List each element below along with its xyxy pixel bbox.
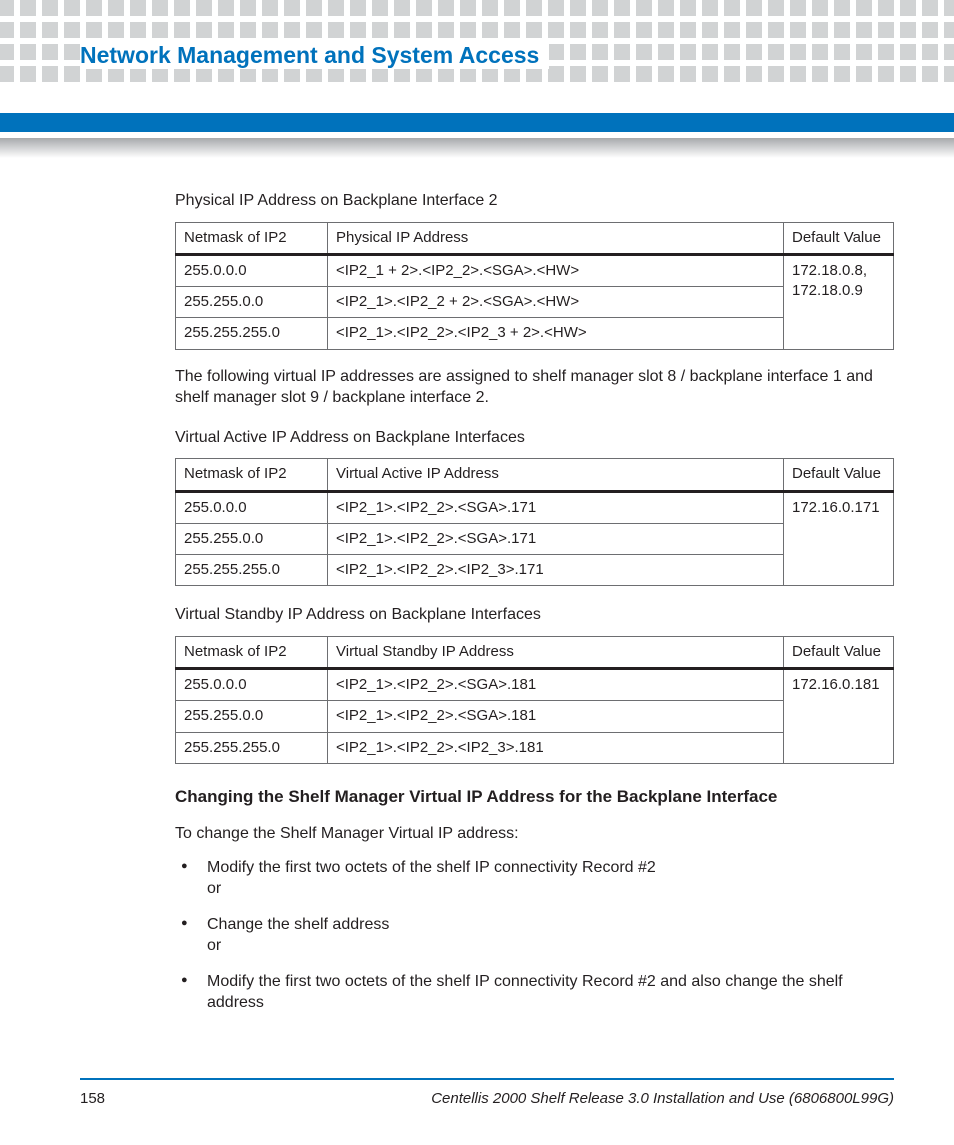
table2-header-netmask: Netmask of IP2	[176, 459, 328, 491]
table3-header-addr: Virtual Standby IP Address	[328, 636, 784, 668]
paragraph: The following virtual IP addresses are a…	[175, 366, 894, 409]
table-row: 255.0.0.0 <IP2_1>.<IP2_2>.<SGA>.171 172.…	[176, 491, 894, 523]
cell-netmask: 255.255.255.0	[176, 732, 328, 763]
cell-addr: <IP2_1>.<IP2_2>.<SGA>.171	[328, 523, 784, 554]
header-blue-bar	[0, 113, 954, 132]
cell-netmask: 255.255.0.0	[176, 701, 328, 732]
cell-netmask: 255.0.0.0	[176, 669, 328, 701]
table-row: 255.0.0.0 <IP2_1 + 2>.<IP2_2>.<SGA>.<HW>…	[176, 254, 894, 286]
cell-default: 172.16.0.171	[784, 491, 894, 586]
list-item-text: Modify the first two octets of the shelf…	[207, 859, 656, 898]
cell-netmask: 255.255.0.0	[176, 523, 328, 554]
cell-netmask: 255.255.255.0	[176, 555, 328, 586]
cell-addr: <IP2_1>.<IP2_2>.<IP2_3>.171	[328, 555, 784, 586]
bullet-list: Modify the first two octets of the shelf…	[175, 857, 894, 1015]
cell-addr: <IP2_1>.<IP2_2>.<SGA>.181	[328, 669, 784, 701]
document-title: Centellis 2000 Shelf Release 3.0 Install…	[431, 1090, 894, 1107]
cell-default: 172.18.0.8, 172.18.0.9	[784, 254, 894, 349]
cell-addr: <IP2_1>.<IP2_2>.<IP2_3>.181	[328, 732, 784, 763]
page-footer: 158 Centellis 2000 Shelf Release 3.0 Ins…	[80, 1078, 894, 1107]
table1-header-default: Default Value	[784, 222, 894, 254]
list-item-text: Change the shelf address or	[207, 916, 389, 955]
cell-netmask: 255.255.255.0	[176, 318, 328, 349]
table-virtual-active: Netmask of IP2 Virtual Active IP Address…	[175, 458, 894, 586]
table1-header-addr: Physical IP Address	[328, 222, 784, 254]
table2-header-default: Default Value	[784, 459, 894, 491]
page-content: Physical IP Address on Backplane Interfa…	[175, 190, 894, 1028]
cell-addr: <IP2_1>.<IP2_2>.<IP2_3 + 2>.<HW>	[328, 318, 784, 349]
table-row: 255.0.0.0 <IP2_1>.<IP2_2>.<SGA>.181 172.…	[176, 669, 894, 701]
list-item: Change the shelf address or	[175, 914, 894, 957]
cell-addr: <IP2_1>.<IP2_2>.<SGA>.171	[328, 491, 784, 523]
cell-default: 172.16.0.181	[784, 669, 894, 764]
table-physical-ip: Netmask of IP2 Physical IP Address Defau…	[175, 222, 894, 350]
cell-netmask: 255.0.0.0	[176, 254, 328, 286]
table-virtual-standby: Netmask of IP2 Virtual Standby IP Addres…	[175, 636, 894, 764]
cell-netmask: 255.255.0.0	[176, 287, 328, 318]
cell-addr: <IP2_1>.<IP2_2>.<SGA>.181	[328, 701, 784, 732]
cell-addr: <IP2_1>.<IP2_2 + 2>.<SGA>.<HW>	[328, 287, 784, 318]
table3-header-default: Default Value	[784, 636, 894, 668]
cell-netmask: 255.0.0.0	[176, 491, 328, 523]
list-item-text: Modify the first two octets of the shelf…	[207, 973, 843, 1012]
table3-caption: Virtual Standby IP Address on Backplane …	[175, 604, 894, 626]
subsection-heading: Changing the Shelf Manager Virtual IP Ad…	[175, 786, 894, 809]
table2-header-addr: Virtual Active IP Address	[328, 459, 784, 491]
cell-addr: <IP2_1 + 2>.<IP2_2>.<SGA>.<HW>	[328, 254, 784, 286]
table3-header-netmask: Netmask of IP2	[176, 636, 328, 668]
table2-caption: Virtual Active IP Address on Backplane I…	[175, 427, 894, 449]
header-gradient-bar	[0, 138, 954, 158]
table1-caption: Physical IP Address on Backplane Interfa…	[175, 190, 894, 212]
page-header-title: Network Management and System Access	[80, 42, 549, 69]
page-number: 158	[80, 1090, 105, 1107]
list-item: Modify the first two octets of the shelf…	[175, 971, 894, 1014]
list-item: Modify the first two octets of the shelf…	[175, 857, 894, 900]
subsection-intro: To change the Shelf Manager Virtual IP a…	[175, 823, 894, 845]
table1-header-netmask: Netmask of IP2	[176, 222, 328, 254]
